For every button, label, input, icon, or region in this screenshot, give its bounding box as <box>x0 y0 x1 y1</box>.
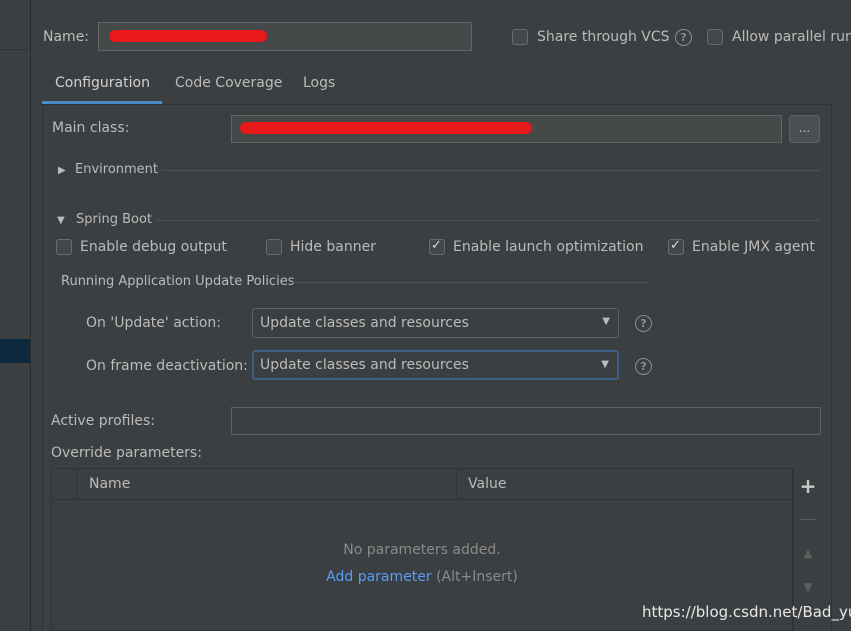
on-update-value: Update classes and resources <box>260 315 469 331</box>
column-separator[interactable] <box>76 469 77 499</box>
add-parameter-row: Add parameter (Alt+Insert) <box>52 569 792 585</box>
share-vcs-label: Share through VCS <box>537 29 670 45</box>
left-panel-selected-item[interactable] <box>0 339 30 363</box>
redaction-mark <box>240 122 532 134</box>
checkmark-icon: ✓ <box>670 238 681 253</box>
on-frame-deactivation-select[interactable]: Update classes and resources ▼ <box>252 350 619 380</box>
active-profiles-field[interactable] <box>231 407 821 435</box>
allow-parallel-label: Allow parallel run <box>732 29 851 45</box>
question-circle-icon[interactable]: ? <box>635 315 652 332</box>
share-vcs-checkbox[interactable] <box>512 29 528 45</box>
column-header-value[interactable]: Value <box>468 476 506 492</box>
chevron-down-icon: ▼ <box>602 316 610 327</box>
main-class-field[interactable] <box>231 115 782 143</box>
update-policies-divider <box>292 282 650 283</box>
arrow-up-icon[interactable]: ▲ <box>793 546 823 560</box>
active-profiles-label: Active profiles: <box>51 413 155 429</box>
enable-debug-output-label: Enable debug output <box>80 239 227 255</box>
enable-launch-optimization-checkbox[interactable]: ✓ <box>429 238 445 255</box>
environment-divider <box>162 170 820 171</box>
on-update-select[interactable]: Update classes and resources ▼ <box>252 308 619 338</box>
tab-code-coverage[interactable]: Code Coverage <box>175 75 282 91</box>
left-panel <box>0 0 31 631</box>
question-circle-icon[interactable]: ? <box>635 358 652 375</box>
tab-configuration[interactable]: Configuration <box>55 75 150 91</box>
column-separator[interactable] <box>456 469 457 499</box>
plus-icon[interactable]: + <box>793 474 823 498</box>
on-frame-deactivation-value: Update classes and resources <box>260 357 469 373</box>
enable-jmx-agent-checkbox[interactable]: ✓ <box>668 238 684 255</box>
watermark: https://blog.csdn.net/Bad_yu <box>642 603 851 621</box>
minus-icon[interactable]: — <box>793 509 823 528</box>
hide-banner-label: Hide banner <box>290 239 376 255</box>
add-parameter-link[interactable]: Add parameter <box>326 569 431 585</box>
enable-jmx-agent-label: Enable JMX agent <box>692 239 815 255</box>
on-update-label: On 'Update' action: <box>86 315 222 331</box>
name-field[interactable] <box>98 22 472 51</box>
left-panel-divider <box>0 49 30 50</box>
question-circle-icon[interactable]: ? <box>675 29 692 46</box>
hide-banner-checkbox[interactable] <box>266 239 282 255</box>
arrow-down-icon[interactable]: ▼ <box>793 580 823 594</box>
table-header <box>52 469 792 500</box>
empty-table-message: No parameters added. <box>343 542 501 558</box>
override-parameters-label: Override parameters: <box>51 445 202 461</box>
name-label: Name: <box>43 29 90 45</box>
main-class-label: Main class: <box>52 120 130 136</box>
chevron-down-icon: ▼ <box>601 359 609 370</box>
browse-button[interactable]: ... <box>789 115 820 143</box>
redaction-mark <box>109 30 267 42</box>
on-frame-deactivation-label: On frame deactivation: <box>86 358 248 374</box>
column-header-name[interactable]: Name <box>89 476 130 492</box>
environment-section-title[interactable]: Environment <box>75 162 158 177</box>
update-policies-title: Running Application Update Policies <box>61 274 295 289</box>
checkmark-icon: ✓ <box>431 238 442 253</box>
enable-debug-output-checkbox[interactable] <box>56 239 72 255</box>
triangle-down-icon[interactable]: ▼ <box>57 215 65 226</box>
triangle-right-icon[interactable]: ▶ <box>58 165 66 176</box>
enable-launch-optimization-label: Enable launch optimization <box>453 239 644 255</box>
allow-parallel-checkbox[interactable] <box>707 29 723 45</box>
add-parameter-shortcut: (Alt+Insert) <box>431 569 518 585</box>
spring-boot-divider <box>157 220 820 221</box>
spring-boot-section-title[interactable]: Spring Boot <box>76 212 152 227</box>
tab-logs[interactable]: Logs <box>303 75 335 91</box>
